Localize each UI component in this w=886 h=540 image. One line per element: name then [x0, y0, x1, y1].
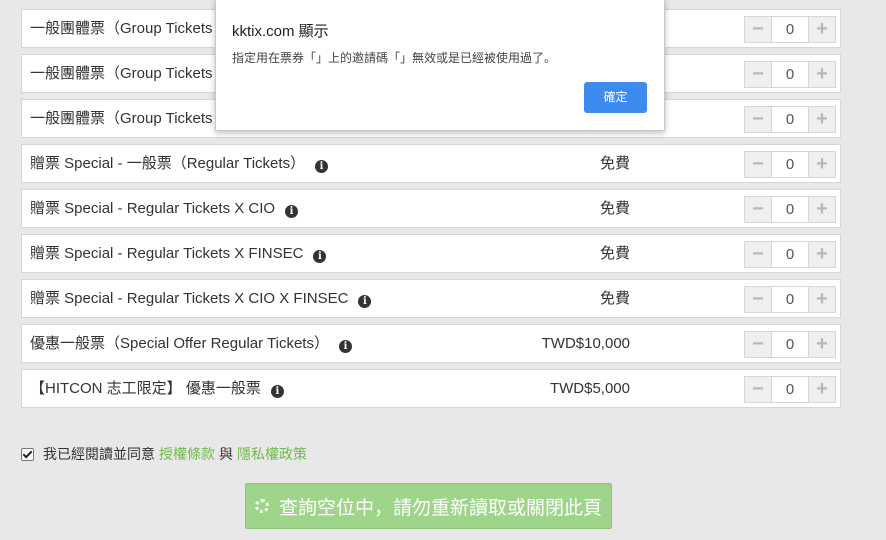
- decrement-button[interactable]: −: [745, 62, 771, 87]
- ticket-row: 贈票 Special - Regular Tickets X CIO i 免費 −0 +: [21, 189, 841, 228]
- increment-button[interactable]: +: [809, 332, 835, 357]
- quantity-value[interactable]: 0: [771, 287, 809, 312]
- increment-button[interactable]: +: [809, 107, 835, 132]
- ticket-price: 免費: [599, 200, 630, 217]
- increment-button[interactable]: +: [809, 287, 835, 312]
- quantity-stepper: −0 +: [744, 16, 836, 43]
- ticket-row: 贈票 Special - Regular Tickets X CIO X FIN…: [21, 279, 841, 318]
- increment-button[interactable]: +: [809, 242, 835, 267]
- quantity-stepper: −0 +: [744, 196, 836, 223]
- quantity-stepper: −0 +: [744, 376, 836, 403]
- quantity-stepper: −0 +: [744, 286, 836, 313]
- ticket-name: 一般團體票（Group Tickets: [30, 110, 213, 127]
- terms-link[interactable]: 授權條款: [159, 444, 215, 464]
- quantity-value[interactable]: 0: [771, 377, 809, 402]
- increment-button[interactable]: +: [809, 377, 835, 402]
- submit-label: 查詢空位中，請勿重新讀取或關閉此頁: [278, 497, 602, 519]
- ticket-name: 贈票 Special - Regular Tickets X FINSEC i: [30, 235, 327, 272]
- decrement-button[interactable]: −: [745, 197, 771, 222]
- ticket-price: 免費: [599, 290, 630, 307]
- ticket-row: 贈票 Special - Regular Tickets X FINSEC i 免費…: [21, 234, 841, 273]
- ticket-price: 免費: [599, 155, 630, 172]
- decrement-button[interactable]: −: [745, 107, 771, 132]
- increment-button[interactable]: +: [809, 197, 835, 222]
- info-icon[interactable]: i: [338, 340, 352, 353]
- info-icon[interactable]: i: [358, 295, 372, 308]
- submit-button[interactable]: 查詢空位中，請勿重新讀取或關閉此頁: [245, 483, 612, 529]
- alert-dialog: kktix.com 顯示 指定用在票券「」上的邀請碼「」無效或是已經被使用過了。…: [215, 0, 665, 131]
- quantity-stepper: −0 +: [744, 106, 836, 133]
- quantity-value[interactable]: 0: [771, 152, 809, 177]
- agreement: 我已經閱讀並同意 授權條款 與 隱私權政策: [21, 444, 311, 464]
- ticket-row: 優惠一般票（Special Offer Regular Tickets） i TWD…: [21, 324, 841, 363]
- ticket-row: 贈票 Special - 一般票（Regular Tickets） i 免費 −0 +: [21, 144, 841, 183]
- decrement-button[interactable]: −: [745, 377, 771, 402]
- ticket-name: 【HITCON 志工限定】 優惠一般票 i: [30, 370, 284, 407]
- decrement-button[interactable]: −: [745, 332, 771, 357]
- ticket-price: TWD$5,000: [549, 380, 630, 397]
- ticket-price: TWD$10,000: [541, 335, 630, 352]
- quantity-value[interactable]: 0: [771, 107, 809, 132]
- increment-button[interactable]: +: [809, 17, 835, 42]
- quantity-stepper: −0 +: [744, 151, 836, 178]
- quantity-stepper: −0 +: [744, 61, 836, 88]
- quantity-stepper: −0 +: [744, 241, 836, 268]
- quantity-stepper: −0 +: [744, 331, 836, 358]
- dialog-message: 指定用在票券「」上的邀請碼「」無效或是已經被使用過了。: [232, 51, 557, 65]
- decrement-button[interactable]: −: [745, 17, 771, 42]
- agree-text: 我已經閱讀並同意: [43, 446, 155, 462]
- increment-button[interactable]: +: [809, 152, 835, 177]
- info-icon[interactable]: i: [270, 385, 284, 398]
- ticket-price: 免費: [599, 245, 630, 262]
- ticket-name: 一般團體票（Group Tickets: [30, 65, 213, 82]
- info-icon[interactable]: i: [285, 205, 299, 218]
- ticket-name: 贈票 Special - Regular Tickets X CIO X FIN…: [30, 280, 372, 317]
- ticket-name: 贈票 Special - 一般票（Regular Tickets） i: [30, 145, 329, 182]
- info-icon[interactable]: i: [313, 250, 327, 263]
- ticket-name: 贈票 Special - Regular Tickets X CIO i: [30, 190, 299, 227]
- increment-button[interactable]: +: [809, 62, 835, 87]
- spinner-icon: [254, 499, 269, 513]
- agree-checkbox[interactable]: [21, 447, 34, 461]
- quantity-value[interactable]: 0: [771, 197, 809, 222]
- quantity-value[interactable]: 0: [771, 62, 809, 87]
- info-icon[interactable]: i: [315, 160, 329, 173]
- quantity-value[interactable]: 0: [771, 17, 809, 42]
- decrement-button[interactable]: −: [745, 242, 771, 267]
- dialog-title: kktix.com 顯示: [232, 23, 329, 40]
- agree-and: 與: [219, 446, 233, 462]
- decrement-button[interactable]: −: [745, 287, 771, 312]
- quantity-value[interactable]: 0: [771, 242, 809, 267]
- privacy-link[interactable]: 隱私權政策: [237, 444, 307, 464]
- ticket-name: 優惠一般票（Special Offer Regular Tickets） i: [30, 325, 352, 362]
- decrement-button[interactable]: −: [745, 152, 771, 177]
- ticket-name: 一般團體票（Group Tickets: [30, 20, 213, 37]
- dialog-ok-button[interactable]: 確定: [584, 82, 647, 113]
- quantity-value[interactable]: 0: [771, 332, 809, 357]
- ticket-row: 【HITCON 志工限定】 優惠一般票 i TWD$5,000 −0 +: [21, 369, 841, 408]
